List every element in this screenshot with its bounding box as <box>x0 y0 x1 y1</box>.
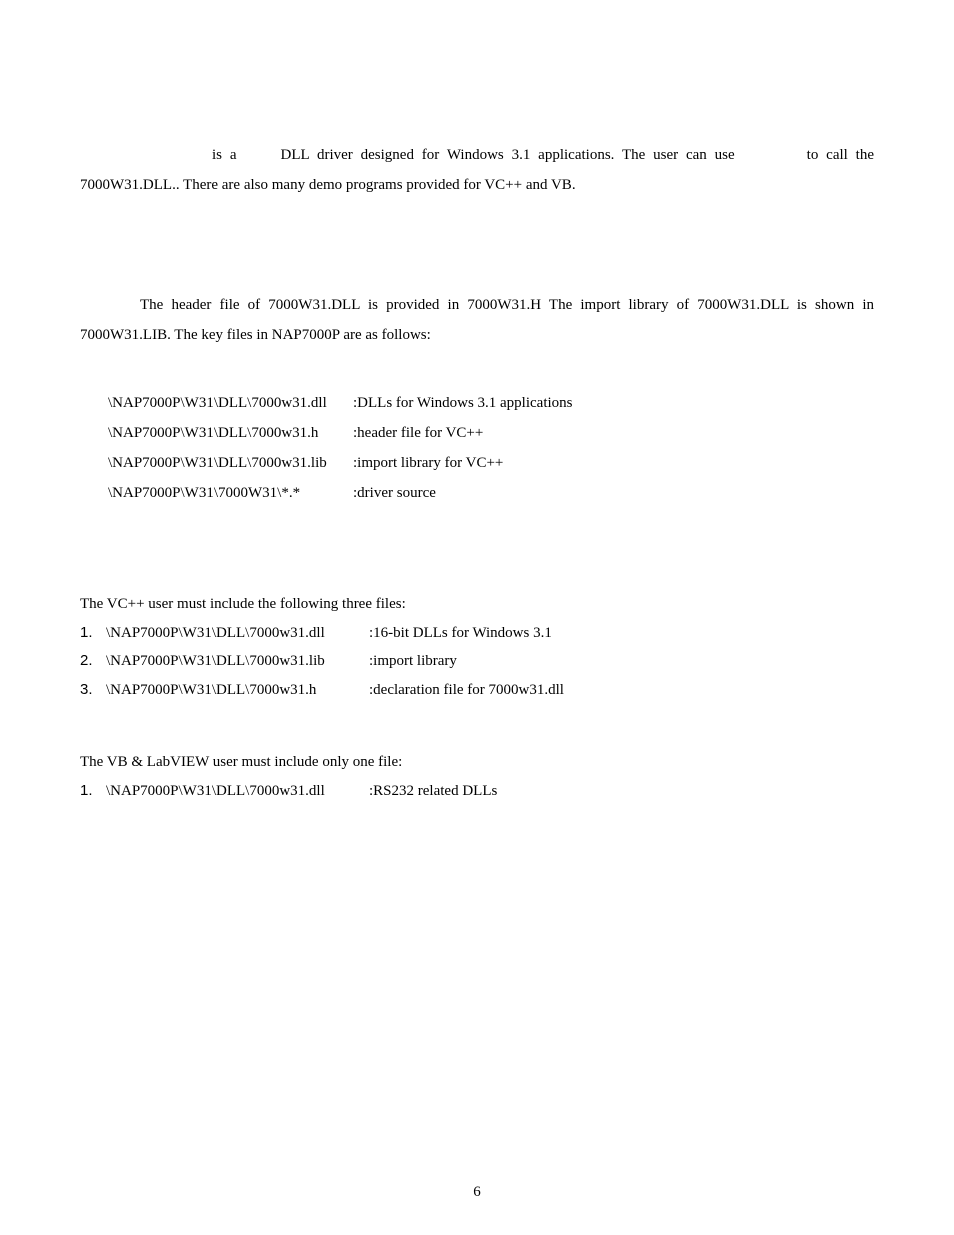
list-num: 2. <box>80 647 106 676</box>
file-desc: :header file for VC++ <box>353 418 483 448</box>
list-path: \NAP7000P\W31\DLL\7000w31.lib <box>106 647 369 676</box>
paragraph-2: The header file of 7000W31.DLL is provid… <box>80 290 874 350</box>
list-desc: :RS232 related DLLs <box>369 777 497 806</box>
list-row: 1. \NAP7000P\W31\DLL\7000w31.dll :16-bit… <box>80 619 874 648</box>
list-num: 1. <box>80 619 106 648</box>
vb-section: The VB & LabVIEW user must include only … <box>80 748 874 805</box>
paragraph-1: is a DLL driver designed for Windows 3.1 … <box>80 140 874 200</box>
file-row: \NAP7000P\W31\DLL\7000w31.lib :import li… <box>108 448 874 478</box>
file-path: \NAP7000P\W31\DLL\7000w31.lib <box>108 448 353 478</box>
list-desc: :16-bit DLLs for Windows 3.1 <box>369 619 552 648</box>
list-path: \NAP7000P\W31\DLL\7000w31.h <box>106 676 369 705</box>
vc-intro: The VC++ user must include the following… <box>80 590 874 619</box>
list-row: 2. \NAP7000P\W31\DLL\7000w31.lib :import… <box>80 647 874 676</box>
file-desc: :DLLs for Windows 3.1 applications <box>353 388 573 418</box>
para1-isa: is a <box>212 147 237 163</box>
file-path: \NAP7000P\W31\DLL\7000w31.dll <box>108 388 353 418</box>
file-desc: :driver source <box>353 478 436 508</box>
file-table: \NAP7000P\W31\DLL\7000w31.dll :DLLs for … <box>108 388 874 508</box>
page-number: 6 <box>0 1184 954 1201</box>
list-row: 3. \NAP7000P\W31\DLL\7000w31.h :declarat… <box>80 676 874 705</box>
list-desc: :import library <box>369 647 457 676</box>
vc-section: The VC++ user must include the following… <box>80 590 874 704</box>
document-content: is a DLL driver designed for Windows 3.1 … <box>80 140 874 805</box>
file-desc: :import library for VC++ <box>353 448 503 478</box>
list-path: \NAP7000P\W31\DLL\7000w31.dll <box>106 619 369 648</box>
list-path: \NAP7000P\W31\DLL\7000w31.dll <box>106 777 369 806</box>
list-num: 1. <box>80 777 106 806</box>
file-path: \NAP7000P\W31\7000W31\*.* <box>108 478 353 508</box>
file-row: \NAP7000P\W31\DLL\7000w31.h :header file… <box>108 418 874 448</box>
para1-mid: DLL driver designed for Windows 3.1 appl… <box>281 147 735 163</box>
list-num: 3. <box>80 676 106 705</box>
list-row: 1. \NAP7000P\W31\DLL\7000w31.dll :RS232 … <box>80 777 874 806</box>
file-row: \NAP7000P\W31\7000W31\*.* :driver source <box>108 478 874 508</box>
file-path: \NAP7000P\W31\DLL\7000w31.h <box>108 418 353 448</box>
list-desc: :declaration file for 7000w31.dll <box>369 676 564 705</box>
file-row: \NAP7000P\W31\DLL\7000w31.dll :DLLs for … <box>108 388 874 418</box>
vb-intro: The VB & LabVIEW user must include only … <box>80 748 874 777</box>
